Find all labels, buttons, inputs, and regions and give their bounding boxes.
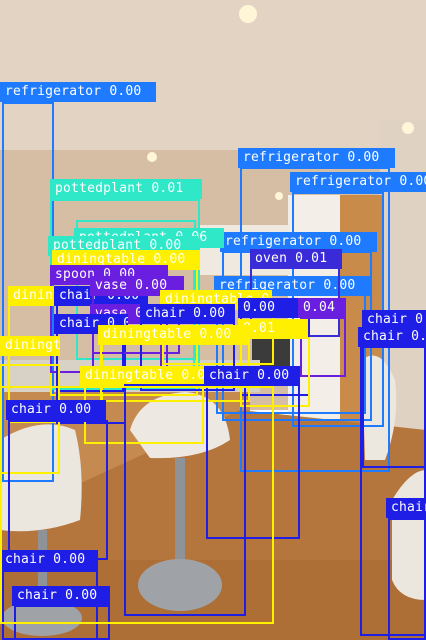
detection-label: chair 0.00 bbox=[204, 366, 300, 386]
detection-label: 0.04 bbox=[298, 298, 346, 318]
detection-label: diningtable 0.00 bbox=[98, 325, 250, 345]
detection-scene: refrigerator 0.00 refrigerator 0.00 refrig… bbox=[0, 0, 426, 640]
detection-label: chair 0.00 bbox=[386, 498, 426, 518]
detection-label: pottedplant 0.01 bbox=[50, 179, 202, 199]
detection-box bbox=[388, 518, 426, 640]
detection-label: chair 0.00 bbox=[358, 327, 426, 347]
detection-label: diningtable 0.00 bbox=[80, 366, 204, 386]
detection-label: chair 0.00 bbox=[140, 304, 235, 324]
detection-label: refrigerator 0.00 bbox=[238, 148, 395, 168]
detection-label: refrigerator 0.00 bbox=[0, 82, 156, 102]
detection-label: refrigerator 0.00 bbox=[290, 172, 426, 192]
detection-box bbox=[0, 386, 274, 624]
detection-label: diningtable 0.00 bbox=[0, 336, 60, 356]
ceiling-light bbox=[402, 122, 414, 134]
ceiling-light bbox=[239, 5, 257, 23]
detection-label: oven 0.01 bbox=[250, 249, 342, 269]
ceiling-light bbox=[147, 152, 157, 162]
